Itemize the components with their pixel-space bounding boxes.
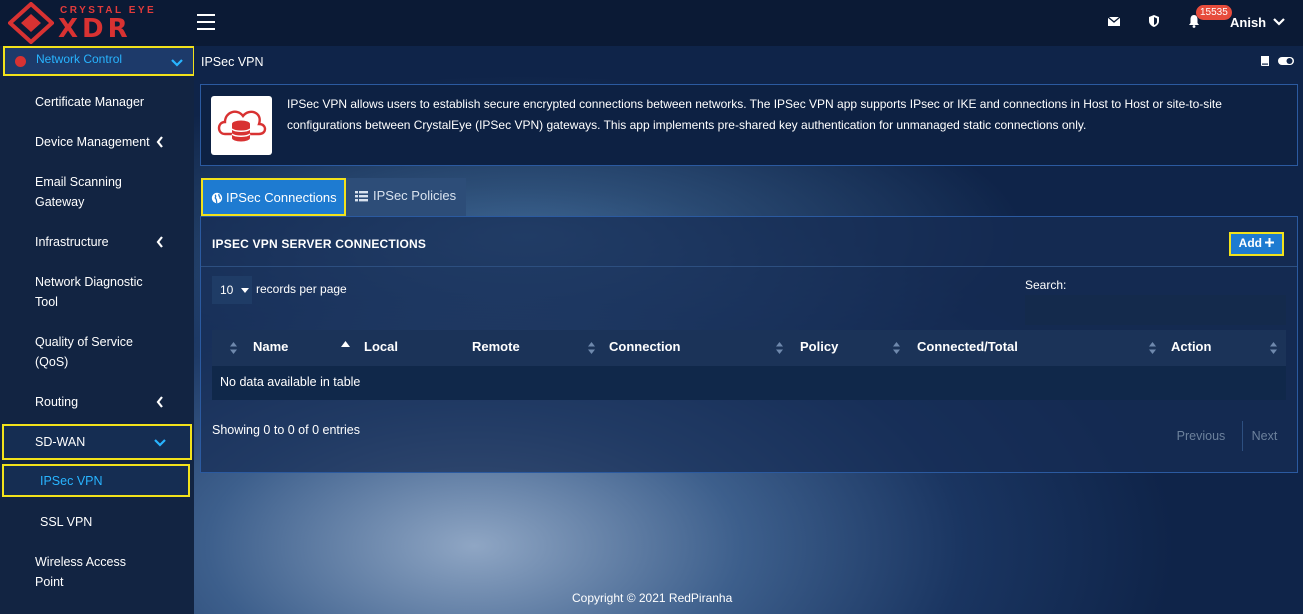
chevron-left-icon (156, 236, 163, 248)
user-menu[interactable]: Anish (1230, 15, 1285, 30)
sidebar-item-certificate-manager[interactable]: Certificate Manager (0, 92, 194, 132)
top-bar: CRYSTAL EYE XDR 15535 Anish (0, 0, 1303, 46)
sort-icon (588, 342, 595, 354)
sidebar-item-sd-wan[interactable]: SD-WAN (2, 424, 192, 460)
search-label: Search: (1025, 278, 1067, 292)
sort-icon (230, 342, 237, 354)
empty-table-message: No data available in table (220, 375, 361, 389)
sort-icon (1270, 342, 1277, 354)
sidebar-item-label: Device Management (35, 135, 150, 149)
sidebar-item-label-line2: Point (35, 575, 64, 589)
sidebar-item-label-line2: Gateway (35, 195, 85, 209)
column-header-local[interactable]: Local (364, 330, 398, 366)
column-header-remote[interactable]: Remote (472, 330, 520, 366)
sidebar-item-ssl-vpn[interactable]: SSL VPN (0, 512, 194, 552)
sidebar-item-infrastructure[interactable]: Infrastructure (0, 232, 194, 272)
plus-icon (1265, 238, 1275, 247)
page-title: IPSec VPN (201, 55, 264, 69)
tab-ipsec-connections[interactable]: IPSec Connections (201, 178, 346, 216)
panel-header: IPSEC VPN SERVER CONNECTIONS Add (201, 217, 1297, 267)
network-control-icon (15, 56, 26, 67)
sidebar-item-label-line2: Tool (35, 295, 58, 309)
tab-label: IPSec Connections (226, 190, 337, 205)
sidebar-item-network-diagnostic-tool[interactable]: Network Diagnostic Tool (0, 272, 194, 312)
sort-ascending-icon (341, 341, 350, 347)
main-content: IPSec VPN IPSec VPN allows users to esta… (194, 46, 1303, 614)
sort-icon (893, 342, 900, 354)
notification-badge: 15535 (1196, 5, 1232, 20)
add-button-label: Add (1238, 236, 1262, 250)
chevron-down-icon (171, 59, 183, 67)
panel-title: IPSEC VPN SERVER CONNECTIONS (212, 237, 427, 251)
list-icon (355, 191, 368, 202)
table-row: No data available in table (212, 366, 1286, 400)
sidebar-item-label: Wireless Access (35, 555, 126, 569)
mail-icon[interactable] (1106, 14, 1122, 30)
ipsec-vpn-app-icon (211, 96, 272, 155)
logo-wordmark: XDR (58, 14, 132, 44)
sidebar-item-label: Routing (35, 395, 79, 409)
sidebar-section-label: Network Control (36, 52, 123, 66)
logo-mark-icon (8, 2, 54, 44)
sidebar-item-label: IPSec VPN (40, 474, 103, 488)
sidebar-item-label: Infrastructure (35, 235, 109, 249)
column-header-policy[interactable]: Policy (800, 330, 838, 366)
sidebar-item-quality-of-service[interactable]: Quality of Service (QoS) (0, 332, 194, 372)
column-header-action[interactable]: Action (1171, 330, 1211, 366)
sidebar-item-label: Certificate Manager (35, 95, 145, 109)
app-description: IPSec VPN allows users to establish secu… (287, 97, 1222, 132)
app-info-box: IPSec VPN allows users to establish secu… (200, 84, 1298, 166)
connections-panel: IPSEC VPN SERVER CONNECTIONS Add 10 reco… (200, 216, 1298, 473)
sidebar-item-ipsec-vpn[interactable]: IPSec VPN (2, 464, 190, 497)
crystal-eye-logo[interactable]: CRYSTAL EYE XDR (8, 2, 188, 44)
records-per-page-select[interactable]: 10 (212, 276, 252, 304)
chevron-down-icon (1272, 18, 1285, 26)
next-page-button[interactable]: Next (1242, 421, 1286, 451)
previous-page-button[interactable]: Previous (1161, 421, 1241, 451)
column-header-connected-total[interactable]: Connected/Total (917, 330, 1018, 366)
sidebar-item-label: SD-WAN (35, 435, 86, 449)
sidebar-item-device-management[interactable]: Device Management (0, 132, 194, 172)
sidebar-item-label: Email Scanning (35, 175, 122, 189)
column-header-name[interactable]: Name (253, 330, 288, 366)
tab-label: IPSec Policies (373, 188, 457, 203)
table-header: Name Local Remote Connection Policy Conn… (212, 330, 1286, 366)
chevron-down-icon (154, 439, 166, 447)
book-icon[interactable] (1259, 55, 1271, 67)
add-connection-button[interactable]: Add (1229, 232, 1284, 256)
tab-ipsec-policies[interactable]: IPSec Policies (346, 178, 466, 216)
sidebar-item-wireless-access-point[interactable]: Wireless Access Point (0, 552, 194, 592)
sort-icon (1149, 342, 1156, 354)
column-header-connection[interactable]: Connection (609, 330, 681, 366)
footer-copyright: Copyright © 2021 RedPiranha (572, 591, 733, 605)
caret-down-icon (241, 288, 249, 293)
sidebar-item-email-scanning-gateway[interactable]: Email Scanning Gateway (0, 172, 194, 212)
chevron-left-icon (156, 396, 163, 408)
user-name: Anish (1230, 15, 1267, 30)
sidebar-item-label: SSL VPN (40, 515, 93, 529)
page-tools (1259, 55, 1295, 70)
sidebar-item-label: Network Diagnostic (35, 275, 143, 289)
sidebar: Network Control Certificate Manager Devi… (0, 46, 195, 614)
sidebar-item-label-line2: (QoS) (35, 355, 69, 369)
search-input[interactable] (1025, 295, 1286, 325)
globe-icon (211, 192, 223, 204)
sidebar-item-label: Quality of Service (35, 335, 133, 349)
menu-toggle-icon[interactable] (197, 14, 215, 30)
records-per-page-label: records per page (256, 282, 347, 296)
sidebar-section-network-control[interactable]: Network Control (3, 46, 195, 76)
table-info: Showing 0 to 0 of 0 entries (212, 423, 361, 437)
toggle-icon[interactable] (1277, 55, 1295, 67)
records-per-page-value: 10 (220, 283, 234, 297)
shield-icon[interactable] (1146, 14, 1162, 30)
chevron-left-icon (156, 136, 163, 148)
sort-icon (776, 342, 783, 354)
